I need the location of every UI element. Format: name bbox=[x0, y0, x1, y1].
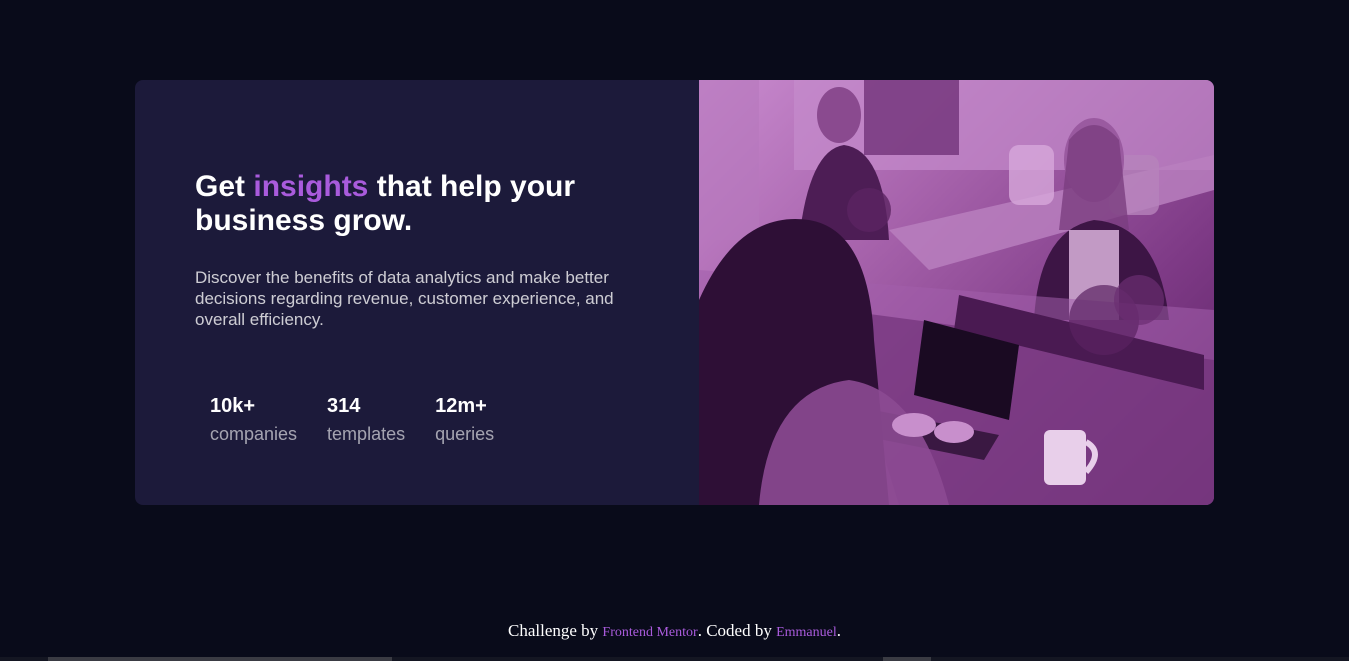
office-photo-image bbox=[699, 80, 1214, 505]
card-text-panel: Get insights that help your business gro… bbox=[135, 80, 699, 505]
footer-suffix: . bbox=[836, 621, 841, 640]
horizontal-scrollbar[interactable] bbox=[0, 657, 1349, 661]
stat-label: companies bbox=[210, 424, 298, 444]
stat-templates: 314 templates bbox=[327, 394, 405, 448]
stats-preview-card: Get insights that help your business gro… bbox=[135, 80, 1214, 505]
stat-value: 314 bbox=[327, 395, 361, 417]
footer-middle: . Coded by bbox=[697, 621, 777, 640]
stat-label: queries bbox=[435, 424, 495, 444]
office-photo-illustration bbox=[699, 80, 1214, 505]
frontend-mentor-link[interactable]: Frontend Mentor bbox=[602, 625, 697, 640]
headline-accent: insights bbox=[253, 170, 369, 203]
stat-value: 12m+ bbox=[435, 395, 487, 417]
stat-label: templates bbox=[327, 424, 406, 444]
scrollbar-thumb[interactable] bbox=[48, 657, 392, 661]
author-link[interactable]: Emmanuel bbox=[776, 625, 837, 640]
stat-value: 10k+ bbox=[210, 395, 256, 417]
headline: Get insights that help your business gro… bbox=[195, 170, 615, 238]
stats-row: 10k+ companies 314 templates 12m+ querie… bbox=[210, 394, 494, 448]
headline-start: Get bbox=[195, 170, 254, 203]
scrollbar-segment bbox=[883, 657, 931, 661]
stat-companies: 10k+ companies bbox=[210, 394, 297, 448]
stat-queries: 12m+ queries bbox=[435, 394, 494, 448]
attribution-footer: Challenge by Frontend Mentor. Coded by E… bbox=[0, 620, 1349, 644]
description: Discover the benefits of data analytics … bbox=[195, 268, 614, 329]
footer-prefix: Challenge by bbox=[508, 621, 603, 640]
